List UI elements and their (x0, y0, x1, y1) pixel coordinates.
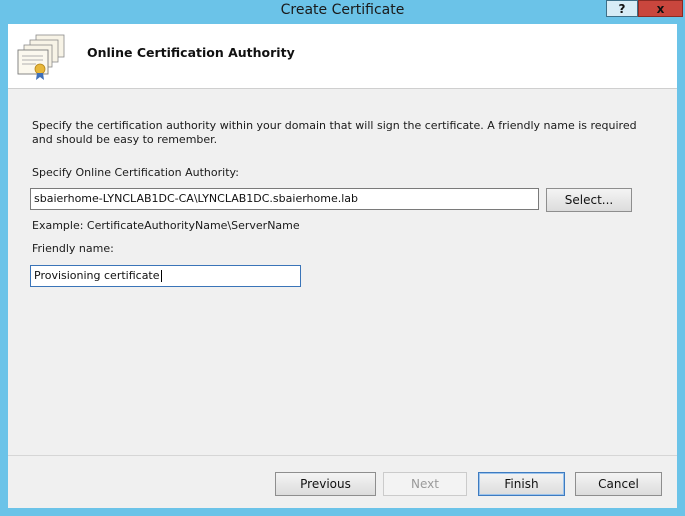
cancel-button[interactable]: Cancel (575, 472, 662, 496)
finish-button[interactable]: Finish (478, 472, 565, 496)
friendly-name-value: Provisioning certificate (34, 269, 160, 282)
text-caret (160, 270, 162, 282)
select-button[interactable]: Select... (546, 188, 632, 212)
certificates-icon (17, 34, 65, 80)
description-text: Specify the certification authority with… (32, 119, 637, 146)
window-title: Create Certificate (280, 2, 405, 18)
friendly-name-input[interactable]: Provisioning certificate (30, 265, 301, 287)
example-text: Example: CertificateAuthorityName\Server… (32, 219, 300, 232)
create-certificate-window: Create Certificate ? x Online Certificat… (0, 0, 685, 516)
help-button[interactable]: ? (606, 0, 638, 17)
next-button[interactable]: Next (383, 472, 467, 496)
wizard-header: Online Certification Authority (8, 24, 677, 89)
ca-input[interactable]: sbaierhome-LYNCLAB1DC-CA\LYNCLAB1DC.sbai… (30, 188, 539, 210)
friendly-name-label: Friendly name: (32, 242, 114, 255)
close-button[interactable]: x (638, 0, 683, 17)
title-bar: Create Certificate ? x (0, 0, 685, 24)
ca-label: Specify Online Certification Authority: (32, 166, 239, 179)
previous-button[interactable]: Previous (275, 472, 376, 496)
wizard-panel: Online Certification Authority Specify t… (8, 24, 677, 508)
page-title: Online Certification Authority (87, 45, 295, 60)
footer-separator (8, 455, 677, 456)
